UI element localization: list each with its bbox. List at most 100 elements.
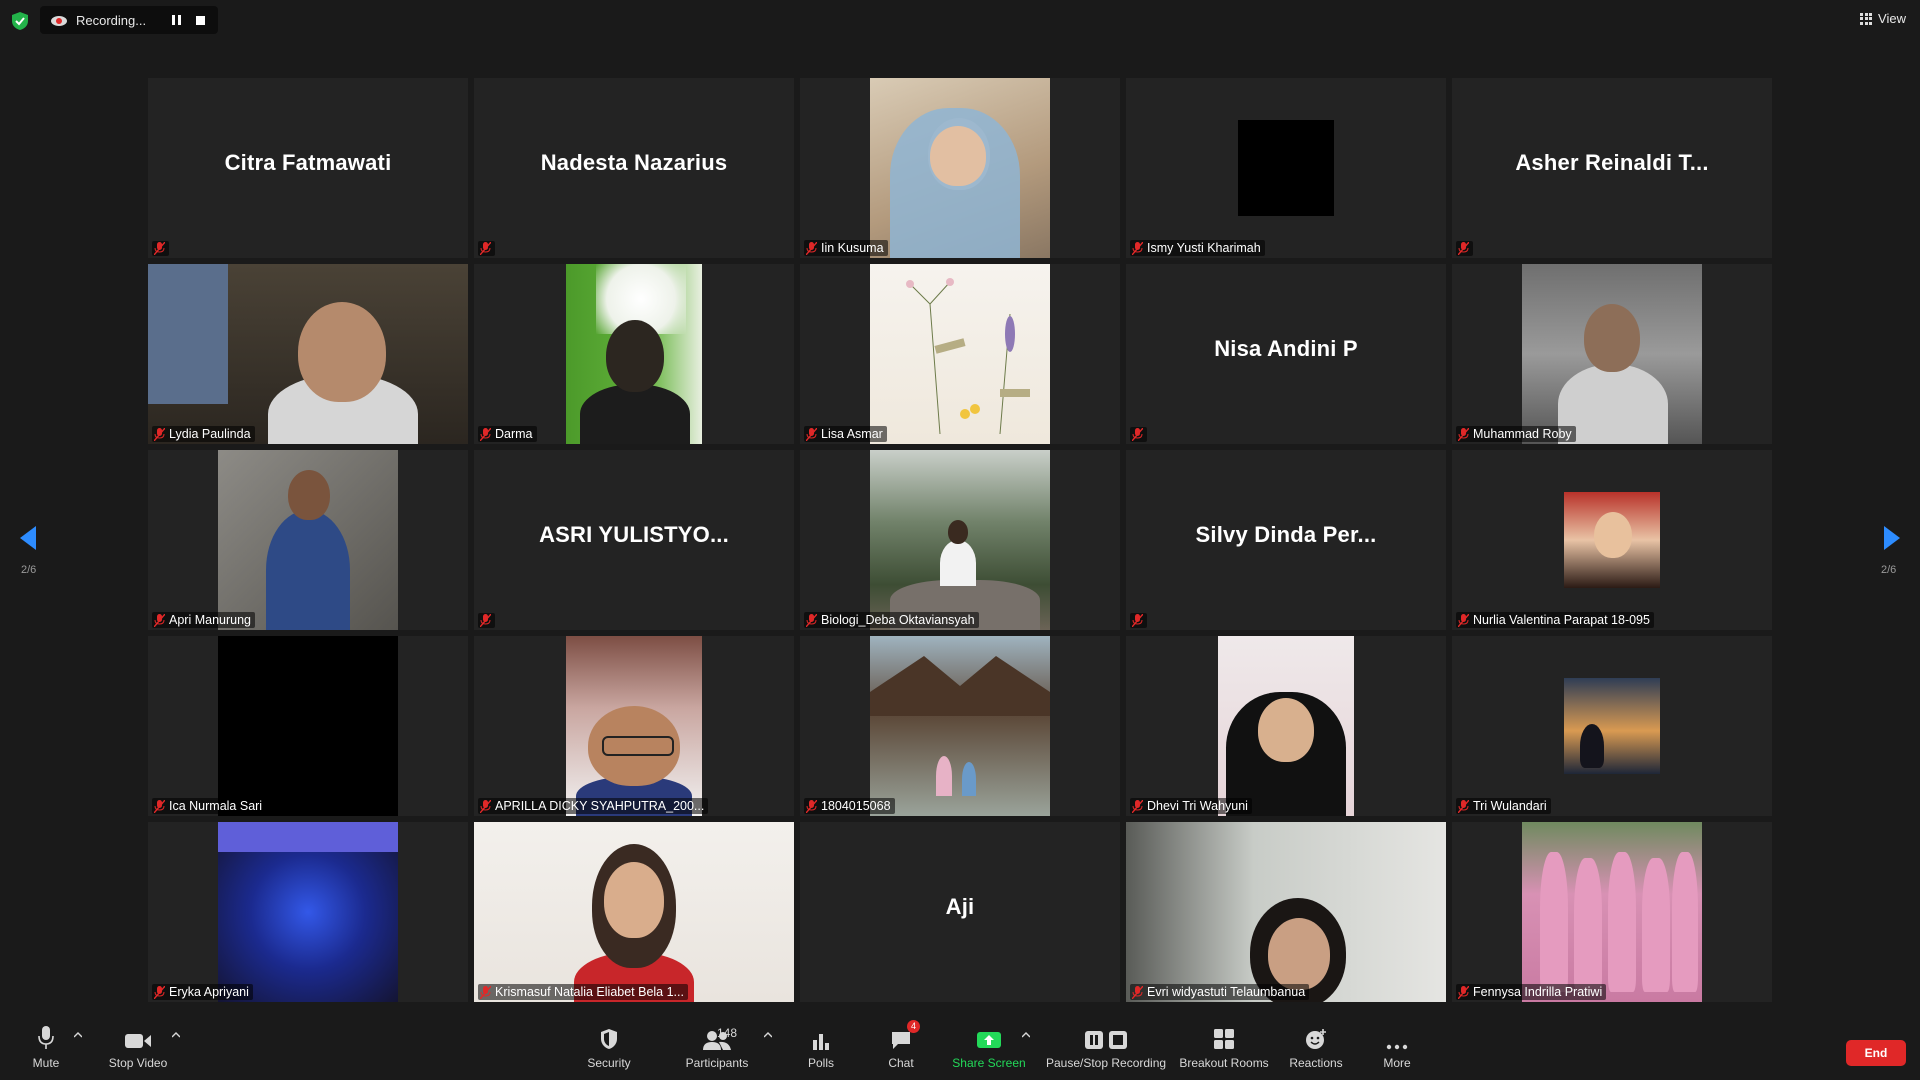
stop-recording-icon[interactable] [196, 15, 205, 25]
muted-mic-icon [1132, 428, 1143, 441]
participant-tile[interactable]: Tri Wulandari [1452, 636, 1772, 816]
more-dots-icon [1386, 1044, 1408, 1050]
participant-video [148, 264, 468, 444]
recording-status-text: Recording... [76, 12, 147, 28]
participant-video [1564, 492, 1660, 588]
participant-video [870, 636, 1050, 816]
participant-tile[interactable]: APRILLA DICKY SYAHPUTRA_200... [474, 636, 794, 816]
participant-tile[interactable]: Muhammad Roby [1452, 264, 1772, 444]
muted-mic-icon [480, 614, 491, 627]
security-button[interactable]: Security [586, 1024, 632, 1070]
participant-video [566, 636, 702, 816]
participant-label [478, 613, 495, 628]
share-options-caret-icon[interactable] [1022, 1032, 1030, 1038]
polls-label: Polls [807, 1056, 834, 1070]
participant-label: Dhevi Tri Wahyuni [1130, 798, 1252, 814]
encryption-shield-icon[interactable] [10, 11, 30, 31]
participant-video [1522, 264, 1702, 444]
participant-tile[interactable]: Biologi_Deba Oktaviansyah [800, 450, 1120, 630]
polls-button[interactable]: Polls [806, 1024, 836, 1070]
previous-page-arrow-icon[interactable] [20, 526, 36, 550]
participant-tile[interactable]: Asher Reinaldi T... [1452, 78, 1772, 258]
participant-label: Biologi_Deba Oktaviansyah [804, 612, 979, 628]
participant-label: Eryka Apriyani [152, 984, 253, 1000]
video-options-caret-icon[interactable] [172, 1032, 180, 1038]
participant-tile[interactable]: Krismasuf Natalia Eliabet Bela 1... [474, 822, 794, 1002]
participant-tile[interactable]: Nadesta Nazarius [474, 78, 794, 258]
muted-mic-icon [1458, 242, 1469, 255]
chat-button[interactable]: 4 Chat [886, 1020, 920, 1070]
muted-mic-icon [154, 427, 165, 441]
video-camera-icon [125, 1034, 151, 1048]
grid-icon [1860, 12, 1873, 25]
participant-name: Nurlia Valentina Parapat 18-095 [1473, 613, 1650, 627]
participant-name: Darma [495, 427, 533, 441]
muted-mic-icon [1132, 241, 1143, 255]
chat-bubble-icon [892, 1032, 910, 1049]
page-indicator-left: 2/6 [21, 564, 37, 576]
participants-label: Participants [685, 1056, 749, 1070]
audio-options-caret-icon[interactable] [74, 1032, 82, 1038]
participant-tile[interactable]: Dhevi Tri Wahyuni [1126, 636, 1446, 816]
participant-name: Tri Wulandari [1473, 799, 1547, 813]
pause-stop-recording-button[interactable]: Pause/Stop Recording [1046, 1024, 1166, 1070]
participant-tile[interactable]: Lydia Paulinda [148, 264, 468, 444]
muted-mic-icon [1458, 427, 1469, 441]
bar-chart-icon [813, 1034, 829, 1050]
chat-unread-badge: 4 [907, 1020, 920, 1033]
participant-tile[interactable]: Evri widyastuti Telaumbanua [1126, 822, 1446, 1002]
participant-tile[interactable]: Ica Nurmala Sari [148, 636, 468, 816]
share-screen-button[interactable]: Share Screen [952, 1024, 1026, 1070]
share-screen-label: Share Screen [952, 1056, 1026, 1070]
participant-video [218, 822, 398, 1002]
participant-tile[interactable]: Ismy Yusti Kharimah [1126, 78, 1446, 258]
dried-flowers-illustration [906, 278, 1030, 435]
more-button[interactable]: More [1382, 1024, 1412, 1070]
participant-name-display: Citra Fatmawati [224, 150, 392, 175]
participant-tile[interactable]: Nurlia Valentina Parapat 18-095 [1452, 450, 1772, 630]
participant-name-display: Nadesta Nazarius [540, 150, 728, 175]
participant-name-display: ASRI YULISTYO... [539, 522, 729, 547]
muted-mic-icon [154, 985, 165, 999]
participant-tile[interactable]: Darma [474, 264, 794, 444]
stop-video-button[interactable]: Stop Video [106, 1024, 170, 1070]
reactions-button[interactable]: Reactions [1288, 1024, 1344, 1070]
participant-tile[interactable]: Lisa Asmar [800, 264, 1120, 444]
participant-tile[interactable]: Eryka Apriyani [148, 822, 468, 1002]
participant-tile[interactable]: Aji [800, 822, 1120, 1002]
participant-tile[interactable]: 1804015068 [800, 636, 1120, 816]
view-label: View [1878, 11, 1906, 26]
participant-tile[interactable]: Nisa Andini P [1126, 264, 1446, 444]
muted-mic-icon [806, 427, 817, 441]
participant-video [566, 264, 702, 444]
meeting-toolbar: Mute Stop Video Security 148 Participant… [0, 1020, 1920, 1080]
participant-tile[interactable]: Silvy Dinda Per... [1126, 450, 1446, 630]
participant-tile[interactable]: Apri Manurung [148, 450, 468, 630]
participant-name: Dhevi Tri Wahyuni [1147, 799, 1248, 813]
participant-name: Fennysa Indrilla Pratiwi [1473, 985, 1603, 999]
participant-video [218, 636, 398, 816]
pause-recording-icon[interactable] [172, 15, 182, 25]
muted-mic-icon [1458, 613, 1469, 627]
participant-label: Tri Wulandari [1456, 798, 1551, 814]
participant-tile[interactable]: Citra Fatmawati [148, 78, 468, 258]
next-page-arrow-icon[interactable] [1884, 526, 1900, 550]
muted-mic-icon [154, 242, 165, 255]
participant-tile[interactable]: Iin Kusuma [800, 78, 1120, 258]
participants-button[interactable]: 148 Participants [682, 1024, 752, 1070]
participant-label: Ismy Yusti Kharimah [1130, 240, 1265, 256]
muted-mic-icon [806, 799, 817, 813]
muted-mic-icon [154, 799, 165, 813]
participant-tile[interactable]: Fennysa Indrilla Pratiwi [1452, 822, 1772, 1002]
recording-indicator: Recording... [40, 6, 218, 34]
participant-label [1130, 613, 1147, 628]
participant-video [870, 450, 1050, 630]
participant-tile[interactable]: ASRI YULISTYO... [474, 450, 794, 630]
participants-options-caret-icon[interactable] [764, 1032, 772, 1038]
view-button[interactable]: View [1860, 11, 1906, 26]
participant-video [1522, 822, 1702, 1002]
mute-button[interactable]: Mute [28, 1024, 64, 1070]
end-meeting-button[interactable]: End [1846, 1040, 1906, 1066]
muted-mic-icon [1458, 985, 1469, 999]
breakout-rooms-button[interactable]: Breakout Rooms [1179, 1024, 1269, 1070]
